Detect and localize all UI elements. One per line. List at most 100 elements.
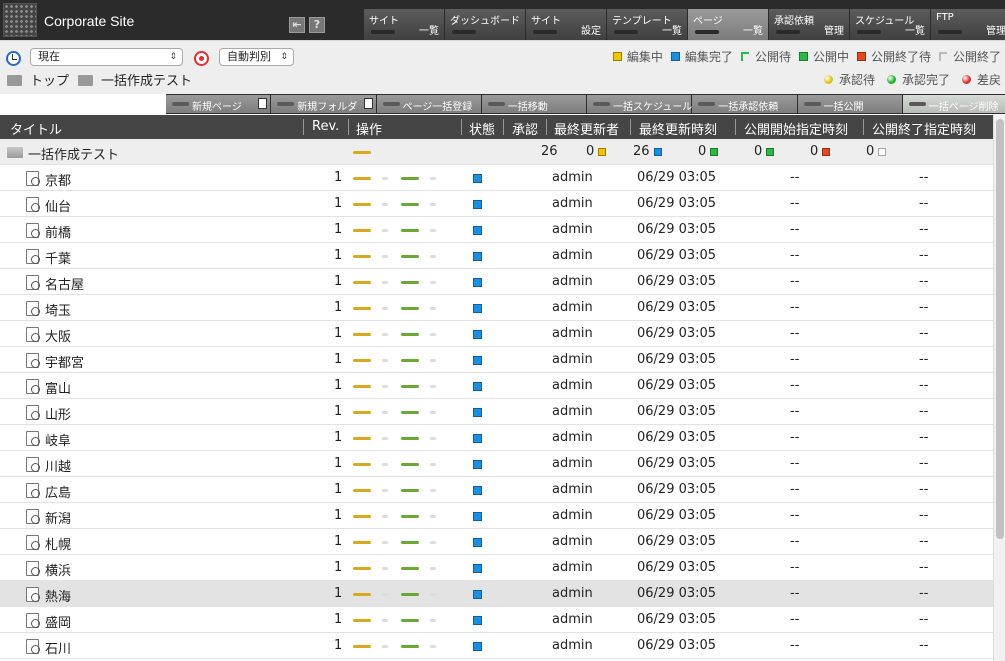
edit-icon[interactable]	[353, 411, 371, 414]
row-title[interactable]: 新潟	[45, 508, 71, 527]
col-status[interactable]: 状態	[469, 119, 495, 138]
edit-icon[interactable]	[353, 229, 371, 232]
menu-item-4[interactable]: ページ 一覧	[688, 9, 768, 40]
publish-icon[interactable]	[401, 541, 419, 544]
edit-icon[interactable]	[353, 177, 371, 180]
publish-icon[interactable]	[401, 515, 419, 518]
table-row[interactable]: 盛岡 1 admin 06/29 03:05 -- --	[0, 607, 993, 633]
table-row[interactable]: 札幌 1 admin 06/29 03:05 -- --	[0, 529, 993, 555]
table-row[interactable]: 岐阜 1 admin 06/29 03:05 -- --	[0, 425, 993, 451]
col-last-modified[interactable]: 最終更新時刻	[639, 119, 717, 138]
table-row[interactable]: 千葉 1 admin 06/29 03:05 -- --	[0, 243, 993, 269]
row-title[interactable]: 京都	[45, 170, 71, 189]
breadcrumb-top[interactable]: トップ	[30, 70, 69, 89]
table-row[interactable]: 大阪 1 admin 06/29 03:05 -- --	[0, 321, 993, 347]
page-preview-icon[interactable]	[26, 353, 40, 368]
col-last-editor[interactable]: 最終更新者	[554, 119, 619, 138]
edit-icon[interactable]	[353, 333, 371, 336]
publish-icon[interactable]	[401, 177, 419, 180]
page-preview-icon[interactable]	[26, 171, 40, 186]
page-preview-icon[interactable]	[26, 639, 40, 654]
page-preview-icon[interactable]	[26, 509, 40, 524]
help-icon[interactable]: ?	[309, 17, 325, 33]
edit-icon[interactable]	[353, 203, 371, 206]
mode-select[interactable]: 自動判別 ⇕	[219, 48, 294, 66]
edit-icon[interactable]	[353, 489, 371, 492]
page-preview-icon[interactable]	[26, 249, 40, 264]
col-approval[interactable]: 承認	[512, 119, 538, 138]
row-title[interactable]: 川越	[45, 456, 71, 475]
edit-icon[interactable]	[353, 541, 371, 544]
edit-icon[interactable]	[353, 359, 371, 362]
action-button-3[interactable]: 一括移動	[481, 95, 586, 113]
publish-icon[interactable]	[401, 307, 419, 310]
publish-icon[interactable]	[401, 437, 419, 440]
edit-icon[interactable]	[353, 255, 371, 258]
col-title[interactable]: タイトル	[10, 119, 62, 138]
edit-icon[interactable]	[353, 463, 371, 466]
breadcrumb-current[interactable]: 一括作成テスト	[101, 70, 192, 89]
menu-item-0[interactable]: サイト 一覧	[364, 9, 444, 40]
page-preview-icon[interactable]	[26, 223, 40, 238]
row-title[interactable]: 名古屋	[45, 274, 84, 293]
menu-item-7[interactable]: FTP 管理	[931, 9, 1005, 40]
publish-icon[interactable]	[401, 359, 419, 362]
action-button-2[interactable]: ページ一括登録	[376, 95, 481, 113]
page-preview-icon[interactable]	[26, 483, 40, 498]
table-row[interactable]: 熱海 1 admin 06/29 03:05 -- --	[0, 581, 993, 607]
folder-title[interactable]: 一括作成テスト	[28, 144, 119, 163]
page-preview-icon[interactable]	[26, 405, 40, 420]
publish-icon[interactable]	[401, 385, 419, 388]
row-title[interactable]: 前橋	[45, 222, 71, 241]
row-title[interactable]: 大阪	[45, 326, 71, 345]
col-operation[interactable]: 操作	[356, 119, 382, 138]
row-title[interactable]: 横浜	[45, 560, 71, 579]
publish-icon[interactable]	[401, 255, 419, 258]
menu-item-1[interactable]: ダッシュボード	[445, 9, 525, 40]
edit-icon[interactable]	[353, 593, 371, 596]
page-preview-icon[interactable]	[26, 379, 40, 394]
col-rev[interactable]: Rev.	[312, 119, 339, 134]
publish-icon[interactable]	[401, 619, 419, 622]
page-preview-icon[interactable]	[26, 431, 40, 446]
table-row[interactable]: 山形 1 admin 06/29 03:05 -- --	[0, 399, 993, 425]
row-title[interactable]: 広島	[45, 482, 71, 501]
page-preview-icon[interactable]	[26, 327, 40, 342]
edit-icon[interactable]	[353, 645, 371, 648]
table-row[interactable]: 前橋 1 admin 06/29 03:05 -- --	[0, 217, 993, 243]
publish-icon[interactable]	[401, 593, 419, 596]
page-preview-icon[interactable]	[26, 535, 40, 550]
table-row[interactable]: 富山 1 admin 06/29 03:05 -- --	[0, 373, 993, 399]
edit-icon[interactable]	[353, 619, 371, 622]
table-row[interactable]: 石川 1 admin 06/29 03:05 -- --	[0, 633, 993, 659]
table-row[interactable]: 横浜 1 admin 06/29 03:05 -- --	[0, 555, 993, 581]
publish-icon[interactable]	[401, 489, 419, 492]
col-publish-start[interactable]: 公開開始指定時刻	[744, 119, 848, 138]
row-title[interactable]: 石川	[45, 638, 71, 657]
row-title[interactable]: 札幌	[45, 534, 71, 553]
row-title[interactable]: 仙台	[45, 196, 71, 215]
menu-item-5[interactable]: 承認依頼 管理	[769, 9, 849, 40]
publish-icon[interactable]	[401, 229, 419, 232]
row-title[interactable]: 富山	[45, 378, 71, 397]
publish-icon[interactable]	[401, 203, 419, 206]
table-row[interactable]: 名古屋 1 admin 06/29 03:05 -- --	[0, 269, 993, 295]
table-row[interactable]: 新潟 1 admin 06/29 03:05 -- --	[0, 503, 993, 529]
folder-edit-icon[interactable]	[353, 151, 371, 154]
publish-icon[interactable]	[401, 333, 419, 336]
edit-icon[interactable]	[353, 437, 371, 440]
row-title[interactable]: 宇都宮	[45, 352, 84, 371]
action-button-4[interactable]: 一括スケジュール	[587, 95, 692, 113]
table-row[interactable]: 宇都宮 1 admin 06/29 03:05 -- --	[0, 347, 993, 373]
app-logo-icon[interactable]	[3, 3, 37, 37]
menu-item-3[interactable]: テンプレート 一覧	[607, 9, 687, 40]
publish-icon[interactable]	[401, 281, 419, 284]
edit-icon[interactable]	[353, 567, 371, 570]
scroll-thumb[interactable]	[996, 119, 1004, 539]
folder-row[interactable]: 一括作成テスト 26 0 26 0 0 0 0	[0, 139, 993, 165]
table-row[interactable]: 京都 1 admin 06/29 03:05 -- --	[0, 165, 993, 191]
row-title[interactable]: 盛岡	[45, 612, 71, 631]
row-title[interactable]: 山形	[45, 404, 71, 423]
publish-icon[interactable]	[401, 645, 419, 648]
table-row[interactable]: 埼玉 1 admin 06/29 03:05 -- --	[0, 295, 993, 321]
